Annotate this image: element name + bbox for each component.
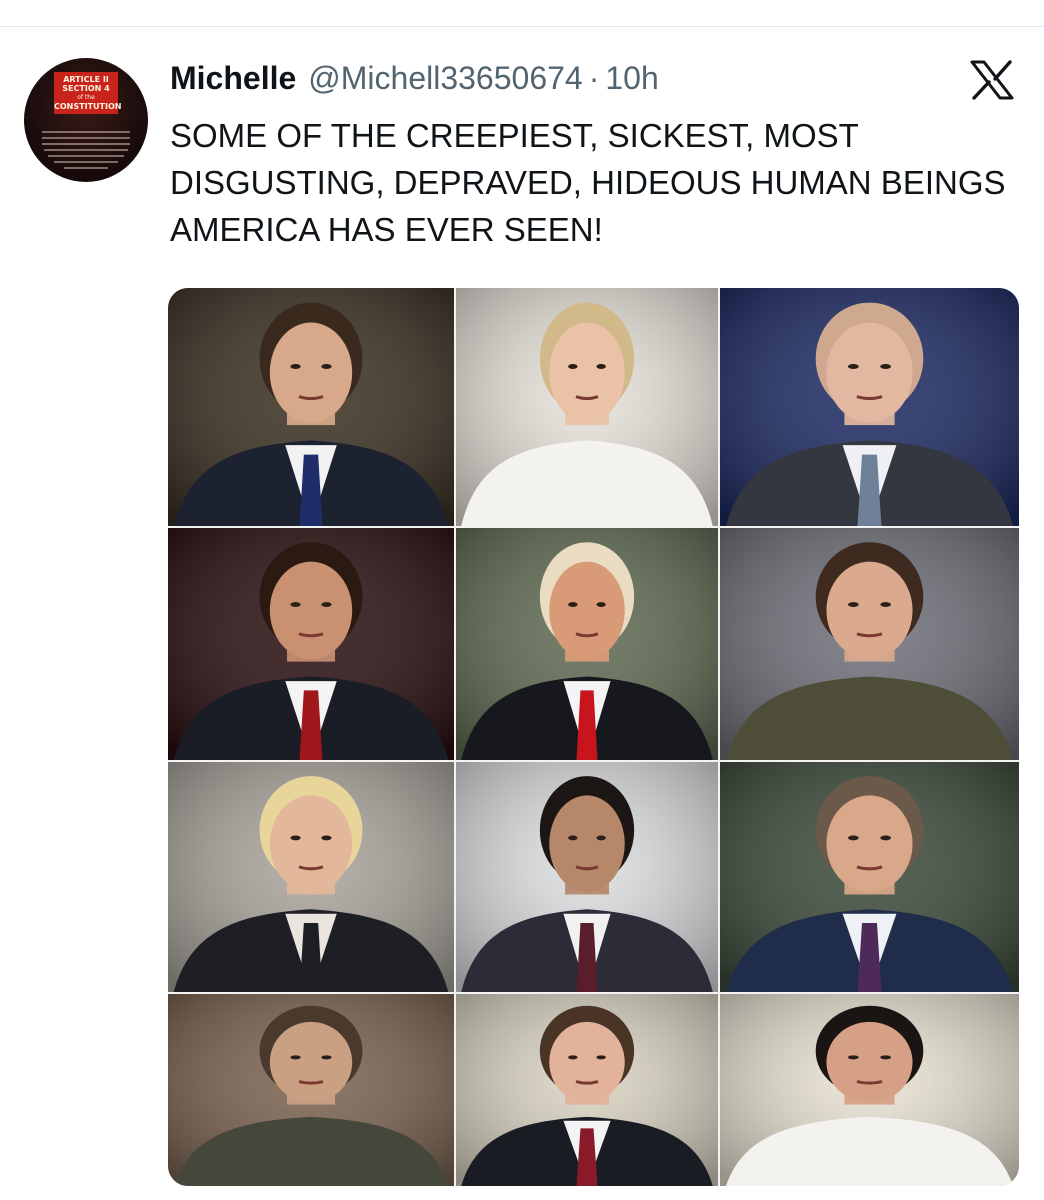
avatar[interactable]: ARTICLE II SECTION 4 of the CONSTITUTION [24,58,148,182]
photo-3[interactable] [720,288,1019,526]
timestamp[interactable]: 10h [605,60,658,97]
photo-4[interactable] [168,528,454,760]
photo-5[interactable] [456,528,718,760]
photo-12[interactable] [720,994,1019,1186]
avatar-fine-print [42,131,130,169]
photo-1[interactable] [168,288,454,526]
photo-9[interactable] [720,762,1019,992]
avatar-badge: ARTICLE II SECTION 4 of the CONSTITUTION [54,72,121,114]
separator-dot: · [588,60,600,96]
user-handle[interactable]: @Michell33650674 [308,60,582,97]
display-name[interactable]: Michelle [170,60,296,97]
top-divider [0,26,1044,27]
x-logo-icon[interactable] [970,60,1014,100]
photo-7[interactable] [168,762,454,992]
photo-11[interactable] [456,994,718,1186]
photo-grid[interactable] [168,288,1019,1186]
photo-10[interactable] [168,994,454,1186]
photo-2[interactable] [456,288,718,526]
tweet-text: SOME OF THE CREEPIEST, SICKEST, MOST DIS… [170,117,1006,248]
photo-8[interactable] [456,762,718,992]
photo-6[interactable] [720,528,1019,760]
author-line: Michelle @Michell33650674 · 10h [170,60,659,100]
